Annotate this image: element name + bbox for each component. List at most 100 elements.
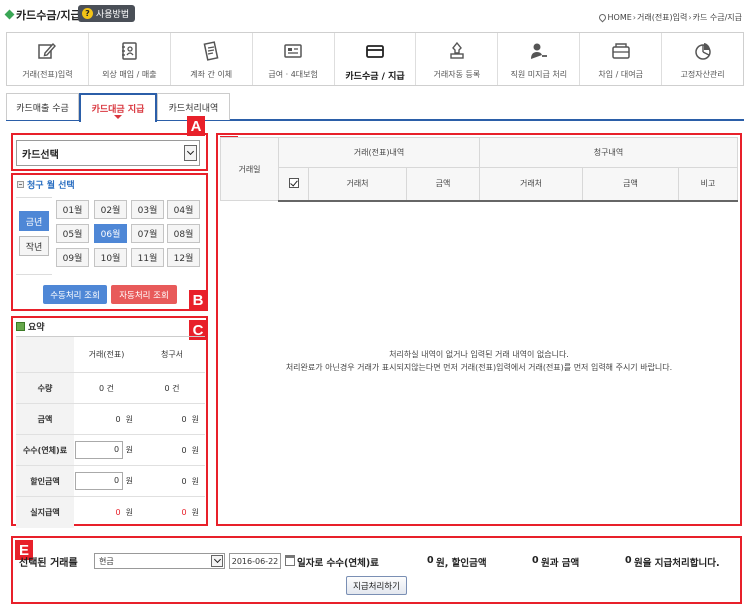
breadcrumb: HOME › 거래(전표)입력 › 카드 수금/지급 — [597, 12, 742, 23]
month-button[interactable]: 06월 — [94, 224, 127, 243]
year-button-last-year[interactable]: 작년 — [19, 236, 49, 256]
menu-item-fixed-assets[interactable]: 고정자산관리 — [662, 33, 743, 85]
annotation-tag-b: B — [189, 290, 207, 310]
bottom-text: 원, 할인금액 — [436, 558, 487, 569]
menu-item-label: 급여 · 4대보험 — [268, 70, 318, 79]
month-button[interactable]: 05월 — [56, 224, 89, 243]
menu-item-account-transfer[interactable]: 계좌 간 이체 — [171, 33, 253, 85]
month-button[interactable]: 11월 — [131, 248, 164, 267]
menu-item-label: 차입 / 대여금 — [598, 70, 643, 79]
table-header-cell — [278, 167, 309, 202]
amount-value: 0 — [625, 555, 632, 566]
fee-input[interactable]: 0 — [75, 441, 124, 459]
table-row: 실지급액 0 원 0 원 — [16, 496, 205, 528]
stamp-icon — [446, 41, 468, 61]
breadcrumb-item: 카드 수금/지급 — [692, 13, 742, 22]
receipt-icon — [200, 41, 222, 61]
month-button[interactable]: 08월 — [167, 224, 200, 243]
payment-method-select[interactable]: 현금 — [94, 553, 225, 569]
table-row: 수수(연체)료 0 원 0 원 — [16, 434, 205, 466]
menu-item-label: 계좌 간 이체 — [190, 70, 233, 79]
row-label: 할인금액 — [16, 465, 74, 497]
table-cell: 0 건 — [74, 372, 139, 404]
chevron-down-icon[interactable] — [211, 555, 223, 567]
month-button[interactable]: 04월 — [167, 200, 200, 219]
breadcrumb-separator-icon: › — [688, 13, 692, 22]
help-button-label: 사용방법 — [96, 10, 130, 20]
table-header-cell: 거래(전표) — [74, 336, 139, 373]
empty-message: 처리하실 내역이 없거나 입력된 거래 내역이 없습니다. 처리완료가 아닌경우… — [220, 348, 738, 374]
month-button[interactable]: 10월 — [94, 248, 127, 267]
card-select-value: 카드선택 — [22, 149, 59, 161]
table-cell: 0 원 — [139, 403, 205, 435]
table-cell: 0 원 — [74, 403, 139, 435]
month-panel-title: 청구 월 선택 — [17, 178, 75, 191]
month-button[interactable]: 01월 — [56, 200, 89, 219]
credit-card-icon — [364, 41, 386, 61]
menu-item-label: 외상 매입 / 매출 — [102, 70, 157, 79]
location-pin-icon — [597, 12, 607, 23]
calendar-icon[interactable] — [285, 555, 295, 566]
month-panel-title-text: 청구 월 선택 — [27, 181, 75, 191]
menu-item-card-collection-payment[interactable]: 카드수금 / 지급 — [335, 33, 417, 85]
month-button[interactable]: 12월 — [167, 248, 200, 267]
menu-item-employee-unpaid[interactable]: 직원 미지급 처리 — [498, 33, 581, 85]
tab-card-sales-collection[interactable]: 카드매출 수금 — [6, 93, 79, 120]
year-button-this-year[interactable]: 금년 — [19, 211, 49, 231]
submit-payment-button[interactable]: 지급처리하기 — [346, 576, 407, 595]
collapse-icon[interactable] — [17, 181, 24, 188]
table-row: 금액 0 원 0 원 — [16, 403, 205, 435]
bottom-text: 원과 금액 — [541, 558, 580, 569]
breadcrumb-item[interactable]: HOME — [608, 13, 632, 22]
table-header-cell — [16, 336, 74, 373]
bottom-text: 원을 지급처리합니다. — [634, 558, 720, 569]
breadcrumb-item[interactable]: 거래(전표)입력 — [637, 12, 687, 23]
help-button[interactable]: ? 사용방법 — [78, 5, 136, 22]
wallet-icon — [610, 41, 632, 61]
menu-item-voucher-entry[interactable]: 거래(전표)입력 — [7, 33, 89, 85]
tab-card-payment[interactable]: 카드대금 지급 — [79, 93, 157, 122]
card-select[interactable]: 카드선택 — [16, 140, 200, 166]
discount-value: 0 — [532, 555, 539, 566]
date-input[interactable]: 2016-06-22 — [229, 553, 281, 569]
table-header-cell: 거래(전표)내역 — [278, 137, 480, 168]
fee-value: 0 — [427, 555, 434, 566]
table-header-row: 거래일 거래(전표)내역 청구내역 — [220, 137, 738, 201]
month-button[interactable]: 07월 — [131, 224, 164, 243]
main-menu: 거래(전표)입력 외상 매입 / 매출 계좌 간 이체 급여 · 4대보험 카드… — [6, 32, 744, 86]
active-tab-caret-icon — [114, 115, 122, 119]
manual-query-button[interactable]: 수동처리 조회 — [43, 285, 107, 304]
breadcrumb-separator-icon: › — [632, 13, 636, 22]
table-cell: 0 건 — [139, 372, 205, 404]
month-button[interactable]: 02월 — [94, 200, 127, 219]
chevron-down-icon[interactable] — [184, 145, 197, 161]
row-label: 금액 — [16, 403, 74, 435]
menu-item-loans[interactable]: 차입 / 대여금 — [580, 33, 663, 85]
menu-item-payroll-insurance[interactable]: 급여 · 4대보험 — [253, 33, 335, 85]
menu-item-label: 직원 미지급 처리 — [510, 70, 568, 79]
summary-icon — [16, 322, 25, 331]
edit-icon — [36, 41, 58, 61]
ledger-icon — [118, 41, 140, 61]
table-row: 수량 0 건 0 건 — [16, 372, 205, 404]
month-button[interactable]: 09월 — [56, 248, 89, 267]
menu-item-label: 거래(전표)입력 — [22, 70, 73, 79]
table-header-cell: 금액 — [582, 167, 679, 202]
menu-item-auto-transaction[interactable]: 거래자동 등록 — [416, 33, 499, 85]
row-label: 수량 — [16, 372, 74, 404]
table-row: 할인금액 0 원 0 원 — [16, 465, 205, 497]
empty-message-line: 처리완료가 아닌경우 거래가 표시되지않는다면 먼저 거래(전표)입력에서 거래… — [285, 363, 673, 372]
table-header-row: 거래처 금액 거래처 금액 비고 — [221, 167, 738, 202]
menu-item-label: 고정자산관리 — [680, 70, 725, 79]
year-selector: 금년 작년 — [16, 197, 52, 275]
select-all-checkbox[interactable] — [288, 177, 299, 188]
discount-input[interactable]: 0 — [75, 472, 124, 490]
bottom-text: 일자로 수수(연체)료 — [297, 558, 379, 569]
auto-query-button[interactable]: 자동처리 조회 — [111, 285, 177, 304]
month-button[interactable]: 03월 — [131, 200, 164, 219]
payment-method-value: 현금 — [99, 556, 114, 566]
row-label: 실지급액 — [16, 496, 74, 528]
menu-item-credit-purchase-sales[interactable]: 외상 매입 / 매출 — [89, 33, 171, 85]
table-header-cell: 거래처 — [308, 167, 407, 202]
summary-table: 거래(전표) 청구서 수량 0 건 0 건 금액 0 원 0 원 수수(연체)료… — [16, 336, 205, 528]
